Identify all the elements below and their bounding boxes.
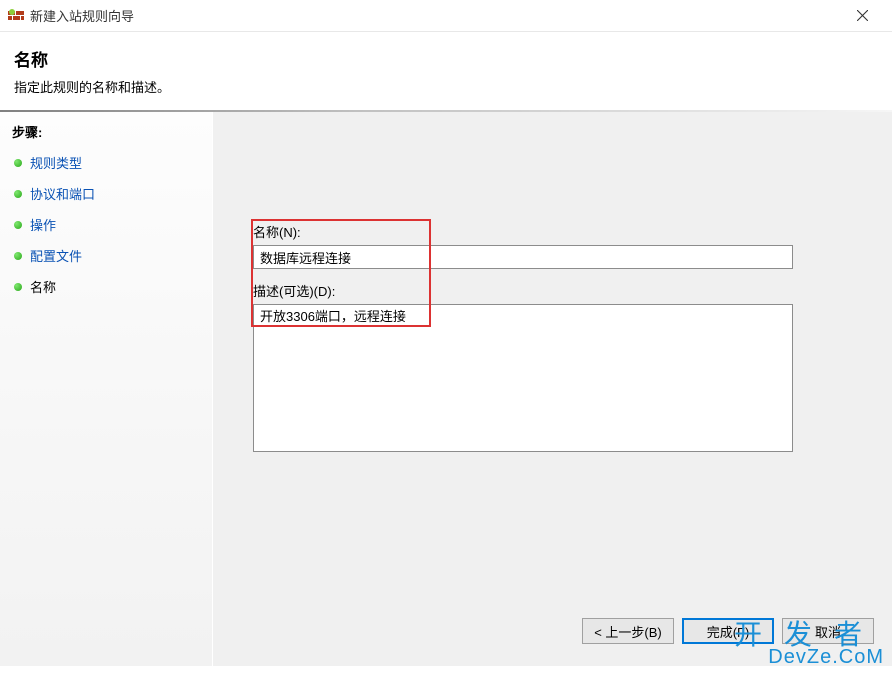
close-icon [857, 10, 868, 21]
bullet-icon [14, 190, 22, 198]
steps-sidebar: 步骤: 规则类型 协议和端口 操作 配置文件 名称 [0, 112, 213, 666]
window-title: 新建入站规则向导 [30, 6, 840, 25]
step-protocol-port[interactable]: 协议和端口 [0, 178, 212, 209]
step-label: 规则类型 [30, 153, 82, 172]
bullet-icon [14, 221, 22, 229]
name-label: 名称(N): [253, 222, 862, 241]
description-input[interactable] [253, 304, 793, 452]
firewall-icon [8, 8, 24, 24]
close-button[interactable] [840, 1, 884, 31]
wizard-body: 步骤: 规则类型 协议和端口 操作 配置文件 名称 名称(N): 描述(可选)(… [0, 112, 892, 666]
step-label: 操作 [30, 215, 56, 234]
wizard-content: 名称(N): 描述(可选)(D): < 上一步(B) 完成(F) 取消 [213, 112, 892, 666]
bullet-icon [14, 252, 22, 260]
wizard-header: 名称 指定此规则的名称和描述。 [0, 32, 892, 106]
cancel-button[interactable]: 取消 [782, 618, 874, 644]
wizard-buttons: < 上一步(B) 完成(F) 取消 [582, 618, 874, 644]
step-name[interactable]: 名称 [0, 271, 212, 302]
page-subtitle: 指定此规则的名称和描述。 [14, 77, 874, 96]
page-title: 名称 [14, 46, 874, 71]
name-input[interactable] [253, 245, 793, 269]
step-profile[interactable]: 配置文件 [0, 240, 212, 271]
description-label: 描述(可选)(D): [253, 281, 862, 300]
step-rule-type[interactable]: 规则类型 [0, 147, 212, 178]
bullet-icon [14, 159, 22, 167]
step-action[interactable]: 操作 [0, 209, 212, 240]
step-label: 名称 [30, 277, 56, 296]
bullet-icon [14, 283, 22, 291]
step-label: 配置文件 [30, 246, 82, 265]
back-button[interactable]: < 上一步(B) [582, 618, 674, 644]
title-bar: 新建入站规则向导 [0, 0, 892, 32]
finish-button[interactable]: 完成(F) [682, 618, 774, 644]
steps-heading: 步骤: [0, 118, 212, 147]
step-label: 协议和端口 [30, 184, 95, 203]
